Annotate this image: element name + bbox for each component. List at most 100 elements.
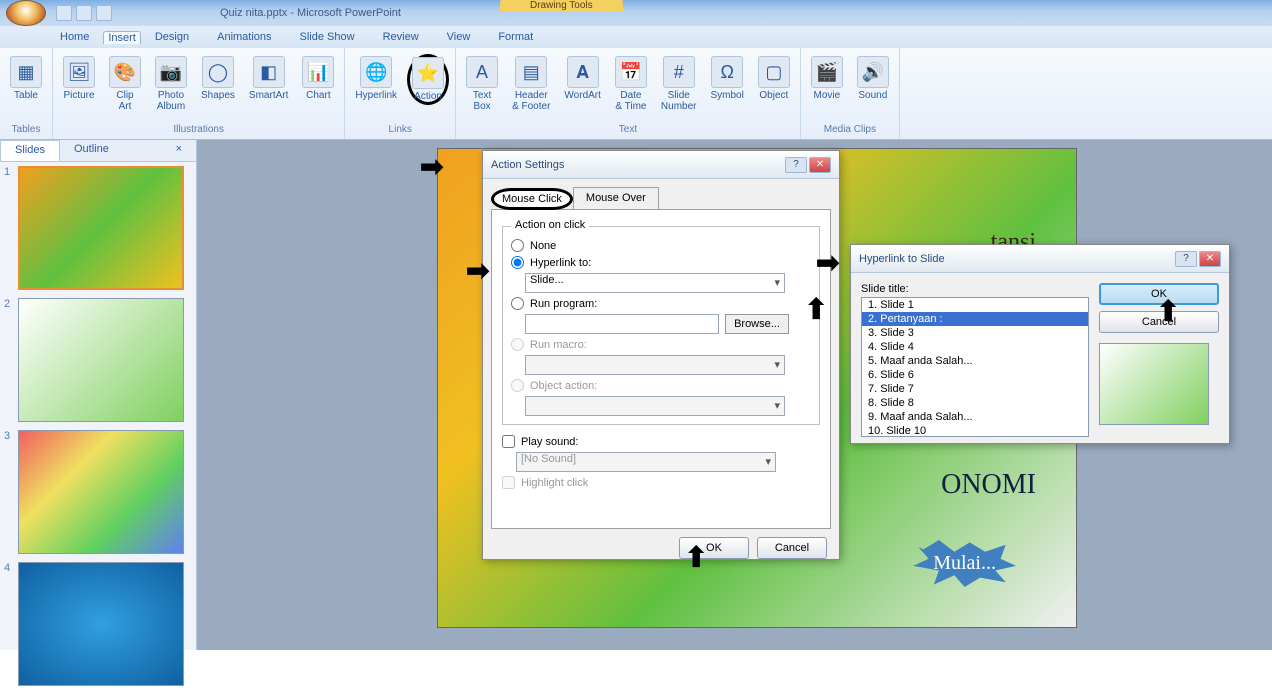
ok-button[interactable]: OK xyxy=(679,537,749,559)
qat-undo-icon[interactable] xyxy=(76,5,92,21)
group-tables: ▦Table Tables xyxy=(0,48,53,139)
close-icon[interactable]: ✕ xyxy=(1199,251,1221,267)
tab-mouse-over[interactable]: Mouse Over xyxy=(573,187,659,209)
radio-runprogram[interactable]: Run program: xyxy=(511,297,811,310)
headerfooter-icon: ▤ xyxy=(515,56,547,88)
tab-mouse-click[interactable]: Mouse Click xyxy=(491,188,573,210)
photoalbum-icon: 📷 xyxy=(155,56,187,88)
tab-outline[interactable]: Outline xyxy=(60,140,123,161)
sound-button[interactable]: 🔊Sound xyxy=(853,54,893,103)
list-item[interactable]: 6. Slide 6 xyxy=(862,368,1088,382)
slide-thumbnail-1[interactable] xyxy=(18,166,184,290)
cancel-button[interactable]: Cancel xyxy=(1099,311,1219,333)
list-item[interactable]: 4. Slide 4 xyxy=(862,340,1088,354)
check-playsound[interactable]: Play sound: xyxy=(502,435,820,448)
list-item[interactable]: 5. Maaf anda Salah... xyxy=(862,354,1088,368)
thumb-number: 3 xyxy=(4,430,14,554)
list-item[interactable]: 7. Slide 7 xyxy=(862,382,1088,396)
tab-design[interactable]: Design xyxy=(141,28,203,46)
sound-icon: 🔊 xyxy=(857,56,889,88)
tab-home[interactable]: Home xyxy=(46,28,103,46)
runprogram-field[interactable] xyxy=(525,314,719,334)
panel-close-icon[interactable]: × xyxy=(162,140,196,161)
radio-runprogram-input[interactable] xyxy=(511,297,524,310)
hyperlink-button[interactable]: 🌐Hyperlink xyxy=(351,54,401,103)
qat-save-icon[interactable] xyxy=(56,5,72,21)
tab-view[interactable]: View xyxy=(433,28,485,46)
tab-review[interactable]: Review xyxy=(369,28,433,46)
window-title: Quiz nita.pptx - Microsoft PowerPoint xyxy=(220,7,401,19)
office-button[interactable] xyxy=(6,0,46,26)
runmacro-combo xyxy=(525,355,785,375)
tab-insert[interactable]: Insert xyxy=(103,31,141,44)
check-highlight-input xyxy=(502,476,515,489)
movie-icon: 🎬 xyxy=(811,56,843,88)
textbox-button[interactable]: AText Box xyxy=(462,54,502,114)
datetime-icon: 📅 xyxy=(615,56,647,88)
object-button[interactable]: ▢Object xyxy=(754,54,794,103)
slidenumber-icon: # xyxy=(663,56,695,88)
slidenumber-button[interactable]: #Slide Number xyxy=(657,54,701,114)
title-bar: Quiz nita.pptx - Microsoft PowerPoint Dr… xyxy=(0,0,1272,26)
action-button[interactable]: ⭐Action xyxy=(407,54,449,105)
smartart-icon: ◧ xyxy=(253,56,285,88)
close-icon[interactable]: ✕ xyxy=(809,157,831,173)
clipart-button[interactable]: 🎨Clip Art xyxy=(105,54,145,114)
picture-button[interactable]: 🖼Picture xyxy=(59,54,99,103)
wordart-button[interactable]: 𝐀WordArt xyxy=(560,54,605,103)
hyperlink-combo[interactable]: Slide... xyxy=(525,273,785,293)
help-icon[interactable]: ? xyxy=(785,157,807,173)
textbox-icon: A xyxy=(466,56,498,88)
ribbon: ▦Table Tables 🖼Picture 🎨Clip Art 📷Photo … xyxy=(0,48,1272,140)
movie-button[interactable]: 🎬Movie xyxy=(807,54,847,103)
browse-button[interactable]: Browse... xyxy=(725,314,789,334)
ok-button[interactable]: OK xyxy=(1099,283,1219,305)
slide-list[interactable]: 1. Slide 12. Pertanyaan :3. Slide 34. Sl… xyxy=(861,297,1089,437)
list-item[interactable]: 3. Slide 3 xyxy=(862,326,1088,340)
hyperlink-icon: 🌐 xyxy=(360,56,392,88)
table-button[interactable]: ▦Table xyxy=(6,54,46,103)
slides-panel: Slides Outline × 1 2 3 4 xyxy=(0,140,197,650)
radio-none-input[interactable] xyxy=(511,239,524,252)
tab-animations[interactable]: Animations xyxy=(203,28,285,46)
list-item[interactable]: 8. Slide 8 xyxy=(862,396,1088,410)
tab-format[interactable]: Format xyxy=(484,28,547,46)
slide-thumbnail-4[interactable] xyxy=(18,562,184,686)
slide-thumbnail-2[interactable] xyxy=(18,298,184,422)
group-text: AText Box ▤Header & Footer 𝐀WordArt 📅Dat… xyxy=(456,48,801,139)
dialog-body: Slide title: 1. Slide 12. Pertanyaan :3.… xyxy=(851,273,1229,447)
slide-thumbnails: 1 2 3 4 xyxy=(0,162,196,698)
datetime-button[interactable]: 📅Date & Time xyxy=(611,54,651,114)
qat-redo-icon[interactable] xyxy=(96,5,112,21)
list-item[interactable]: 9. Maaf anda Salah... xyxy=(862,410,1088,424)
radio-hyperlink[interactable]: Hyperlink to: xyxy=(511,256,811,269)
dialog-titlebar[interactable]: Hyperlink to Slide ? ✕ xyxy=(851,245,1229,273)
tab-slideshow[interactable]: Slide Show xyxy=(286,28,369,46)
action-on-click-group: Action on click None Hyperlink to: Slide… xyxy=(502,226,820,425)
sound-combo: [No Sound] xyxy=(516,452,776,472)
smartart-button[interactable]: ◧SmartArt xyxy=(245,54,292,103)
tab-slides[interactable]: Slides xyxy=(0,140,60,161)
slide-preview xyxy=(1099,343,1209,425)
list-item[interactable]: 10. Slide 10 xyxy=(862,424,1088,437)
table-icon: ▦ xyxy=(10,56,42,88)
symbol-button[interactable]: ΩSymbol xyxy=(707,54,748,103)
dialog-buttons: OK Cancel xyxy=(483,537,839,569)
list-item[interactable]: 1. Slide 1 xyxy=(862,298,1088,312)
dialog-titlebar[interactable]: Action Settings ? ✕ xyxy=(483,151,839,179)
slide-thumbnail-3[interactable] xyxy=(18,430,184,554)
action-settings-dialog: Action Settings ? ✕ Mouse Click Mouse Ov… xyxy=(482,150,840,560)
radio-none[interactable]: None xyxy=(511,239,811,252)
wordart-icon: 𝐀 xyxy=(567,56,599,88)
shapes-button[interactable]: ◯Shapes xyxy=(197,54,239,103)
headerfooter-button[interactable]: ▤Header & Footer xyxy=(508,54,554,114)
hyperlink-to-slide-dialog: Hyperlink to Slide ? ✕ Slide title: 1. S… xyxy=(850,244,1230,444)
check-playsound-input[interactable] xyxy=(502,435,515,448)
cancel-button[interactable]: Cancel xyxy=(757,537,827,559)
mulai-shape[interactable]: Mulai... xyxy=(913,540,1016,587)
radio-hyperlink-input[interactable] xyxy=(511,256,524,269)
chart-button[interactable]: 📊Chart xyxy=(298,54,338,103)
photoalbum-button[interactable]: 📷Photo Album xyxy=(151,54,191,114)
list-item[interactable]: 2. Pertanyaan : xyxy=(862,312,1088,326)
help-icon[interactable]: ? xyxy=(1175,251,1197,267)
